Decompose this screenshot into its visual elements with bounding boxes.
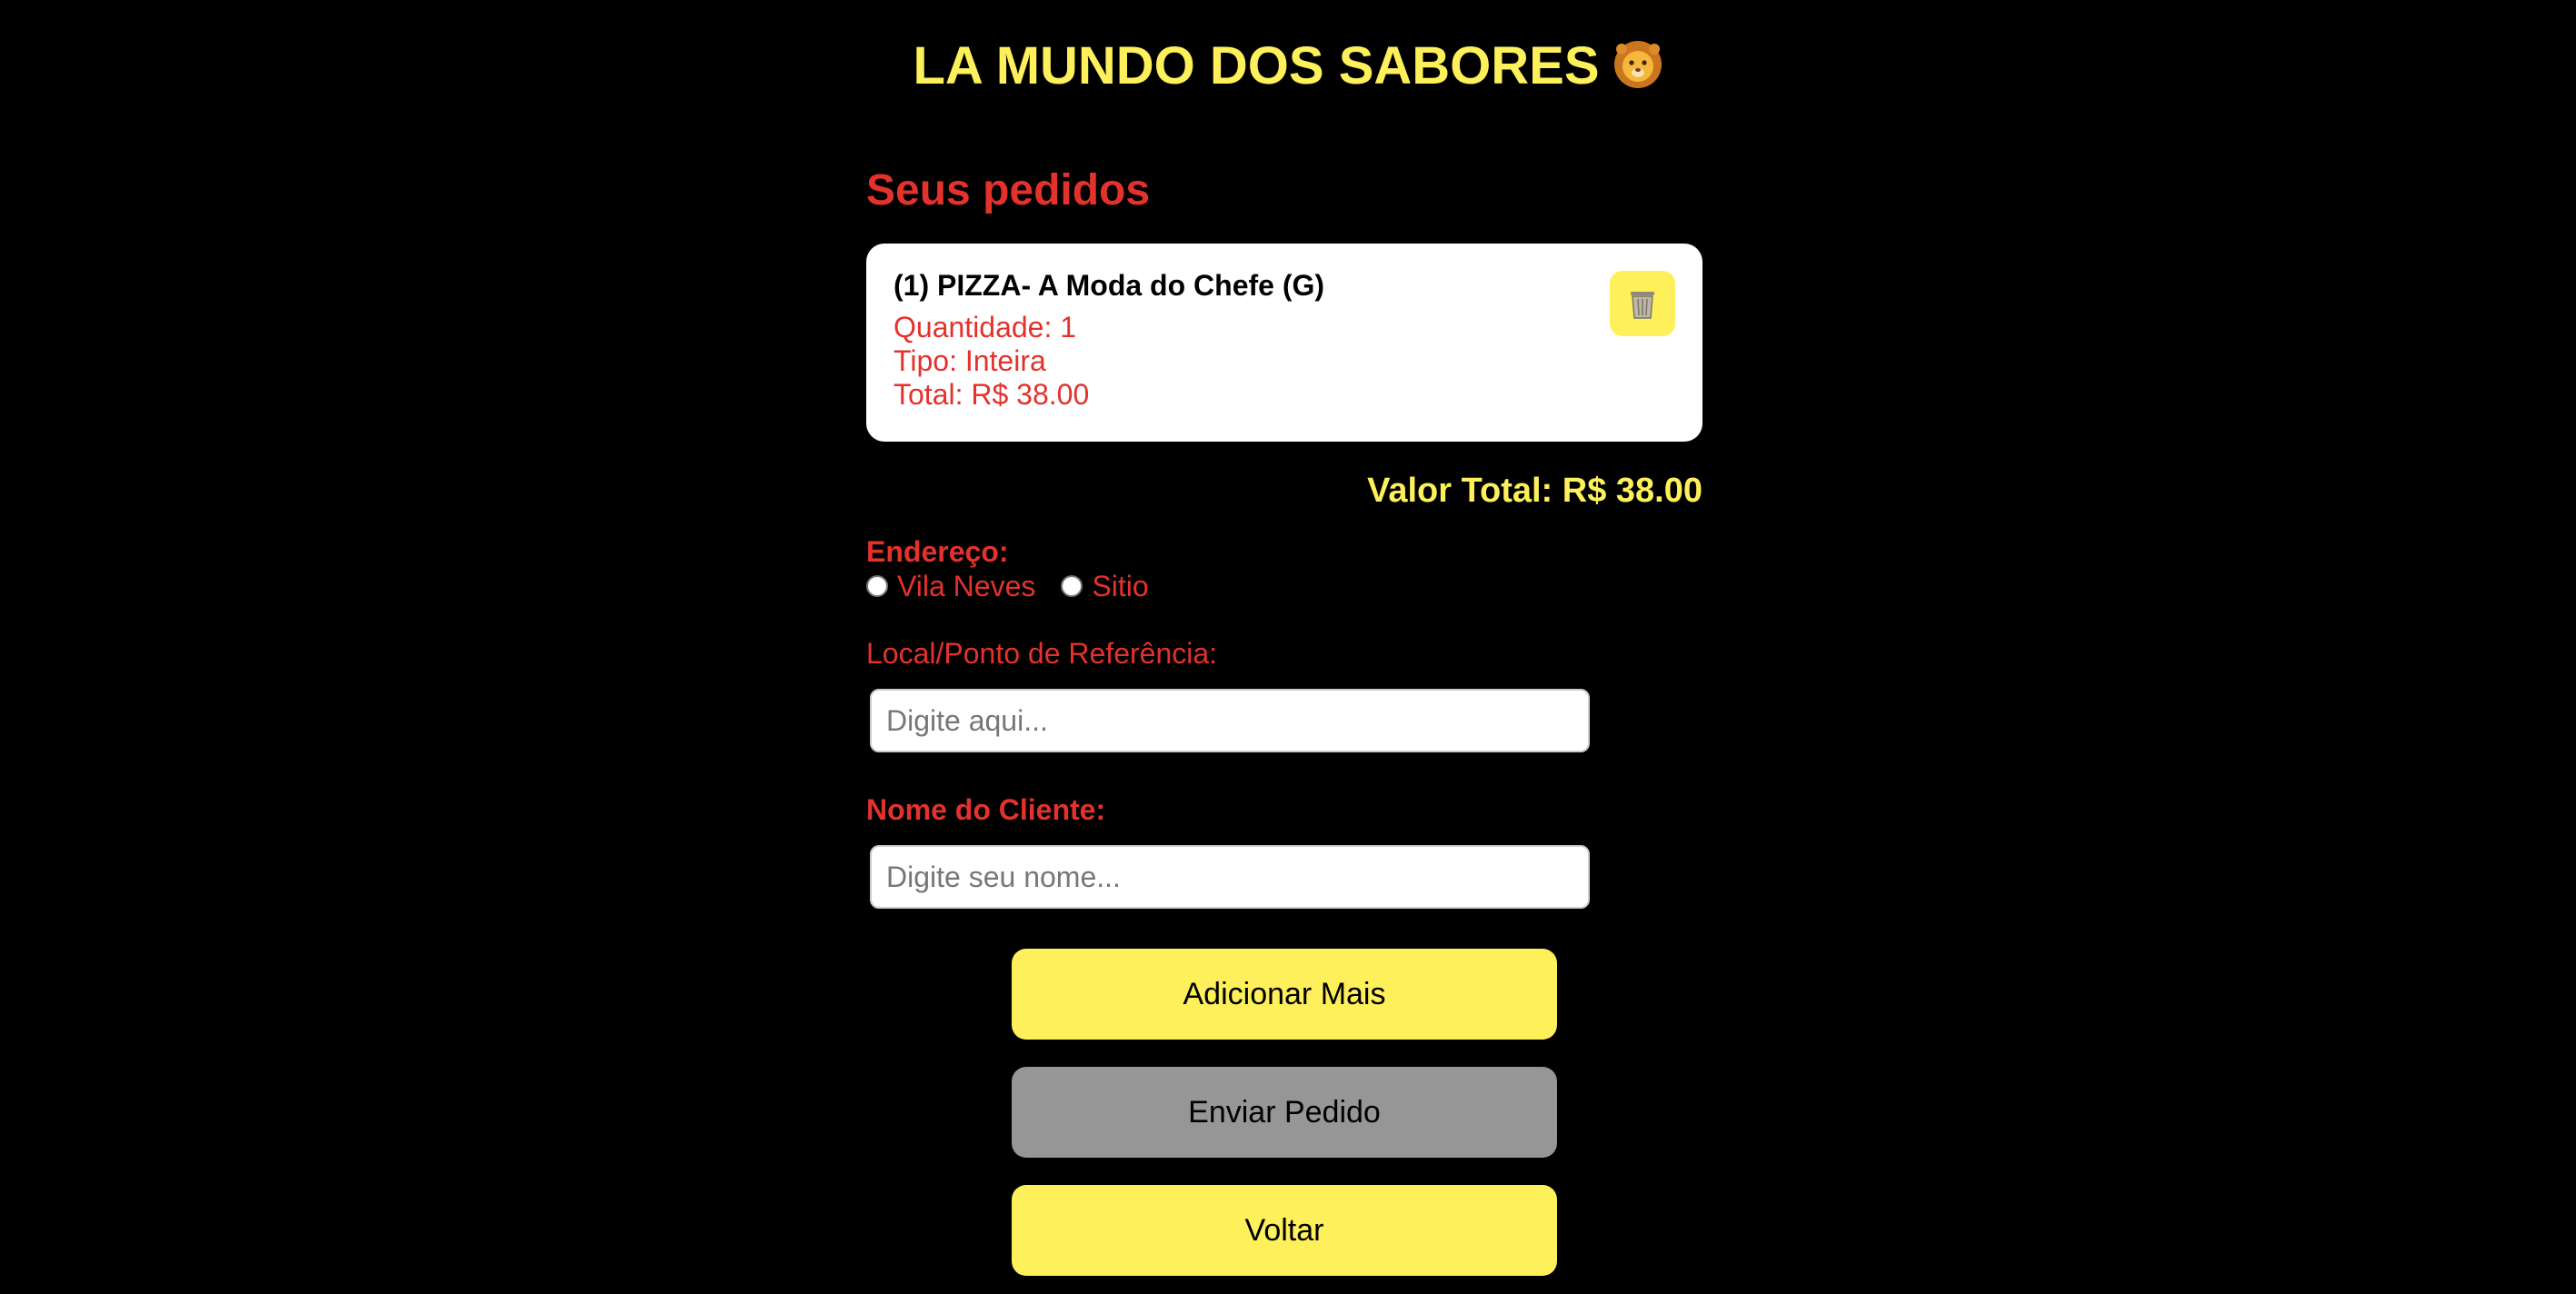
order-item-type: Tipo: Inteira bbox=[894, 344, 1046, 377]
order-panel: Seus pedidos (1) PIZZA- A Moda do Chefe … bbox=[866, 164, 1702, 1276]
radio-button-sitio[interactable] bbox=[1061, 575, 1083, 597]
orders-heading: Seus pedidos bbox=[866, 166, 1151, 214]
customer-name-label: Nome do Cliente: bbox=[866, 793, 1106, 826]
back-button[interactable]: Voltar bbox=[1012, 1185, 1557, 1276]
order-item-name: (1) PIZZA- A Moda do Chefe (G) bbox=[894, 269, 1325, 302]
order-item-quantity: Quantidade: 1 bbox=[894, 311, 1077, 343]
reference-label: Local/Ponto de Referência: bbox=[866, 637, 1218, 670]
lion-face-icon bbox=[1612, 38, 1663, 89]
address-option-label: Vila Neves bbox=[897, 570, 1036, 602]
address-radio-group: Vila Neves Sitio bbox=[866, 569, 1702, 603]
delete-order-button[interactable] bbox=[1610, 271, 1675, 336]
address-option-sitio[interactable]: Sitio bbox=[1061, 569, 1149, 603]
trash-can-icon bbox=[1631, 291, 1654, 319]
reference-input[interactable] bbox=[870, 689, 1590, 752]
radio-button-vila-neves[interactable] bbox=[866, 575, 888, 597]
order-item-card: (1) PIZZA- A Moda do Chefe (G) Quantidad… bbox=[866, 244, 1702, 442]
add-more-button[interactable]: Adicionar Mais bbox=[1012, 949, 1557, 1040]
send-order-button[interactable]: Enviar Pedido bbox=[1012, 1067, 1557, 1158]
order-item-total: Total: R$ 38.00 bbox=[894, 378, 1090, 411]
order-grand-total: Valor Total: R$ 38.00 bbox=[1367, 472, 1702, 510]
customer-name-input[interactable] bbox=[870, 845, 1590, 909]
app-title: LA MUNDO DOS SABORES bbox=[913, 36, 1600, 95]
address-option-vila-neves[interactable]: Vila Neves bbox=[866, 569, 1035, 603]
page: LA MUNDO DOS SABORES Seus pedidos (1) PI… bbox=[0, 0, 2576, 1294]
address-option-label: Sitio bbox=[1092, 570, 1149, 602]
app-header: LA MUNDO DOS SABORES bbox=[0, 33, 2576, 100]
address-label: Endereço: bbox=[866, 535, 1009, 568]
